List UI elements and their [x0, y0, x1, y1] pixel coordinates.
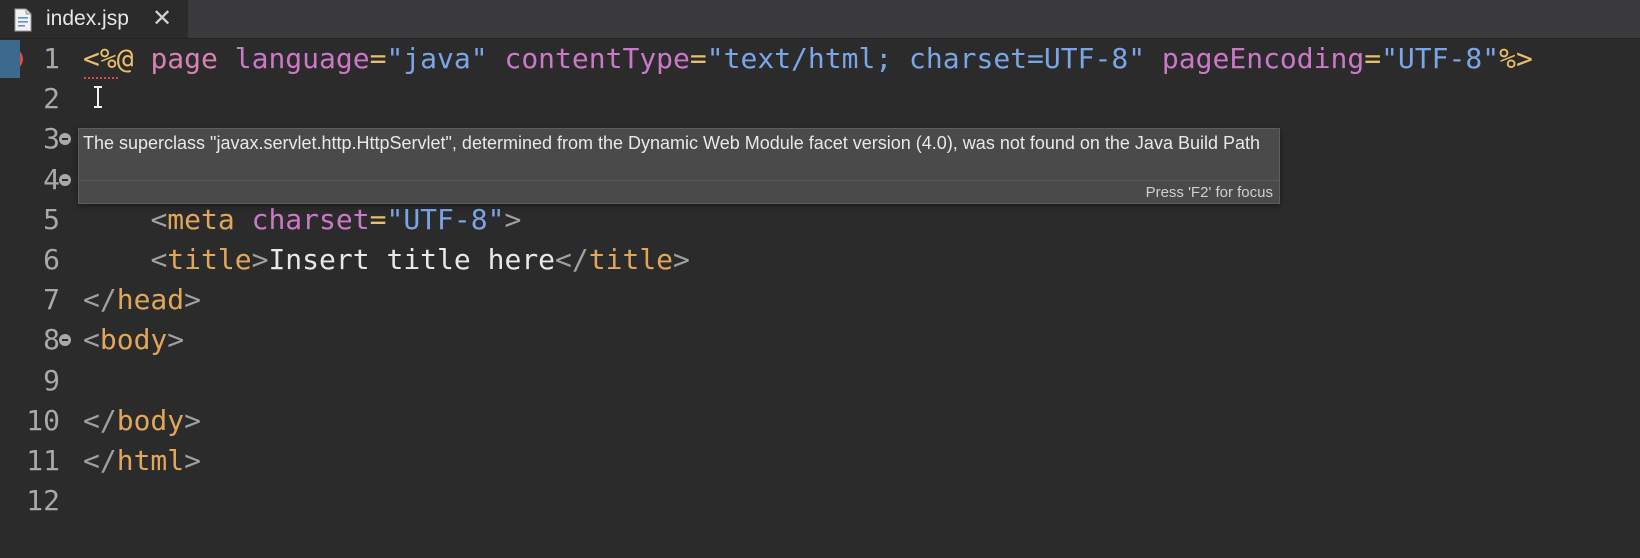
code-token: body	[116, 403, 185, 437]
code-token: >	[504, 202, 522, 236]
code-token: </	[83, 283, 117, 317]
line-number: 3	[43, 122, 60, 156]
current-line-marker	[0, 40, 20, 78]
editor-tab-bar: index.jsp ✕	[0, 0, 1640, 39]
line-number: 5	[43, 202, 60, 236]
code-token: "UTF-8"	[1381, 42, 1500, 75]
code-token: head	[116, 283, 185, 317]
code-token: title	[167, 243, 252, 276]
tab-title: index.jsp	[46, 7, 129, 30]
code-token: meta	[167, 202, 235, 236]
code-editor[interactable]: 1 2 3 4 5 6 7 8 9 10 11 12 <%@ page language="java"…	[0, 38, 1640, 558]
code-token: "UTF-8"	[386, 202, 505, 236]
code-token: language	[234, 42, 370, 75]
code-token: =	[369, 202, 387, 236]
code-line: <%@ page language="java" contentType="te…	[83, 38, 1533, 80]
close-icon[interactable]: ✕	[152, 4, 172, 32]
code-token: =	[369, 42, 387, 75]
code-token: contentType	[504, 42, 690, 75]
line-number: 8	[43, 323, 60, 357]
code-token: </	[555, 243, 589, 276]
code-token: title	[588, 243, 674, 276]
code-token: body	[99, 323, 168, 357]
code-line: <body>	[83, 319, 184, 361]
error-hover-tooltip[interactable]: The superclass "javax.servlet.http.HttpS…	[78, 128, 1280, 204]
code-line: </body>	[83, 400, 201, 442]
error-squiggle	[84, 74, 118, 79]
code-token: <%@	[83, 42, 134, 75]
line-number: 6	[43, 243, 60, 276]
fold-toggle-icon[interactable]	[59, 133, 71, 146]
code-token: <	[83, 323, 100, 357]
code-token: <	[150, 202, 168, 236]
code-line: <meta charset="UTF-8">	[83, 199, 521, 241]
code-token: "java"	[386, 42, 488, 75]
code-token: =	[689, 42, 707, 75]
line-number: 11	[26, 444, 60, 477]
code-token: >	[184, 444, 202, 477]
fold-toggle-icon[interactable]	[59, 334, 71, 347]
tooltip-message: The superclass "javax.servlet.http.HttpS…	[83, 133, 1261, 153]
code-token: charset	[251, 202, 370, 236]
code-line: </html>	[83, 440, 201, 482]
code-token: >	[184, 283, 202, 317]
code-token: </	[83, 444, 117, 477]
fold-toggle-icon[interactable]	[59, 173, 71, 186]
code-token: >	[167, 323, 185, 357]
code-token: >	[251, 243, 269, 276]
code-token: <	[150, 243, 168, 276]
line-number: 9	[43, 363, 60, 397]
file-icon	[12, 8, 34, 36]
tooltip-divider	[79, 180, 1279, 181]
tab-index-jsp[interactable]: index.jsp ✕	[0, 0, 188, 38]
code-token: %>	[1499, 42, 1533, 75]
line-number-gutter: 1 2 3 4 5 6 7 8 9 10 11 12	[0, 38, 80, 558]
code-token: pageEncoding	[1161, 42, 1365, 75]
line-number: 7	[43, 283, 60, 317]
code-token: page	[150, 42, 218, 75]
line-number: 2	[43, 82, 60, 116]
line-number: 10	[26, 403, 60, 437]
line-number: 12	[26, 484, 60, 518]
code-token: >	[184, 403, 202, 437]
code-token: =	[1364, 42, 1382, 75]
code-line: </head>	[83, 279, 201, 321]
line-number: 4	[43, 162, 60, 196]
code-token: html	[116, 444, 185, 477]
code-token: </	[83, 403, 117, 437]
code-token: "text/html; charset=UTF-8"	[706, 42, 1146, 75]
code-line: <title>Insert title here</title>	[83, 239, 690, 281]
code-token: Insert title here	[268, 243, 556, 276]
code-token: >	[673, 243, 690, 276]
ibeam-cursor-icon	[94, 86, 102, 108]
tooltip-focus-hint: Press 'F2' for focus	[1145, 184, 1273, 201]
